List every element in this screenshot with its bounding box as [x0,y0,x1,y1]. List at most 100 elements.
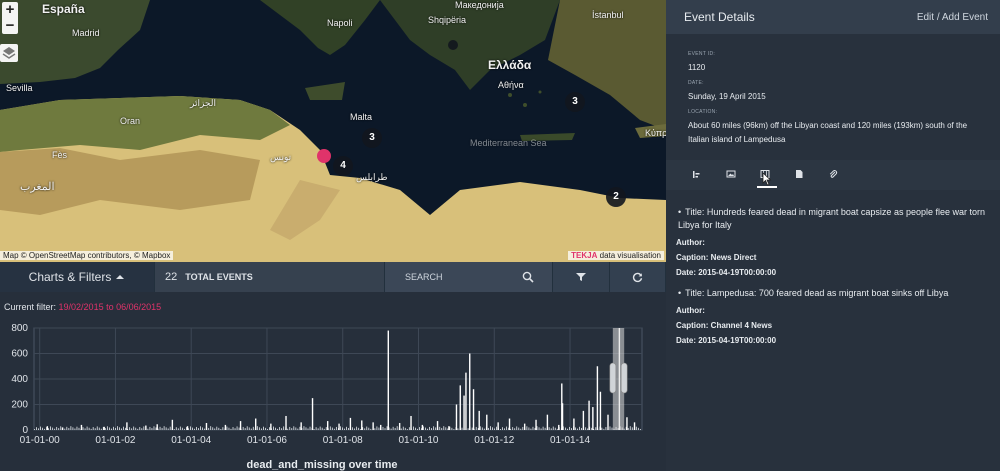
charts-filters-toggle[interactable]: Charts & Filters [0,262,155,292]
chart-bar [315,427,317,430]
time-brush[interactable] [609,328,628,430]
chart-bar [147,428,149,430]
event-cluster[interactable]: 3 [362,128,382,148]
event-cluster[interactable]: 3 [565,92,585,112]
chart-bar [396,426,398,430]
media-caption: Caption: Channel 4 News [676,321,773,330]
filter-button[interactable] [553,262,610,292]
chart-bar [392,426,394,430]
layers-icon[interactable] [0,44,18,62]
brand-credit[interactable]: TEKJA data visualisation [568,251,664,260]
zoom-out-button[interactable]: − [2,18,18,34]
chart-bar [258,427,260,430]
chart-bar [84,428,86,430]
refresh-button[interactable] [610,262,666,292]
label-malta: Malta [350,112,373,122]
label-shqiperia: Shqipëria [428,15,467,25]
label-tunis: تونس [270,152,292,162]
zoom-in-button[interactable]: + [2,2,18,18]
dead-missing-chart[interactable]: 0200400600800 01-01-00 01-01-02 01-01-04 01… [0,318,666,471]
chart-bar [151,428,153,430]
label-athina: Αθήνα [498,80,524,90]
chart-bar [250,428,252,430]
search-input[interactable]: SEARCH [385,262,553,292]
chart-bar [394,427,396,430]
chart-bar [171,419,174,430]
media-item[interactable]: Title: Hundreds feared dead in migrant b… [676,206,994,277]
chart-bar [629,426,631,430]
chart-bar [90,428,92,430]
current-filter-label: Current filter: [4,302,57,312]
tab-image[interactable] [716,160,750,190]
chevron-up-icon [116,275,125,279]
chart-bar [194,428,195,430]
chart-bar [181,427,183,430]
chart-bar [167,428,169,430]
chart-bar [319,426,321,430]
y-tick-label: 400 [11,374,28,385]
media-list: Title: Hundreds feared dead in migrant b… [676,206,994,355]
chart-bar [115,427,116,430]
tab-document[interactable] [784,160,818,190]
chart-bar [212,427,214,430]
chart-bar [218,427,220,430]
chart-bar [415,427,416,430]
event-cluster[interactable]: 4 [333,156,353,176]
chart-bar [119,427,120,430]
x-tick-label: 01-01-12 [474,435,514,446]
chart-bar [36,427,37,430]
chart-bar [627,427,629,430]
chart-bar [526,426,528,430]
chart-bar [149,426,151,430]
chart-bar [607,414,609,430]
chart-bar [161,427,163,430]
chart-bar [82,427,84,430]
chart-bar [295,427,297,430]
chart-bar [639,428,641,430]
event-map[interactable]: + − España Madrid Sevilla Napoli Shqipër… [0,0,666,262]
chart-bar [360,428,362,430]
chart-bar [497,422,499,430]
chart-bar [587,428,589,430]
chart-bar [465,372,467,430]
chart-bar [291,428,293,430]
chart-bar [106,426,108,430]
chart-bar [567,428,568,430]
chart-bar [601,427,603,430]
media-author: Author: [676,306,705,315]
media-item[interactable]: Title: Lampedusa: 700 feared dead as mig… [676,287,994,345]
chart-bar [222,427,224,430]
x-tick-label: 01-01-14 [550,435,590,446]
chart-bar [321,427,323,430]
chart-bar [173,428,175,430]
tab-link[interactable] [818,160,852,190]
chart-bar [165,427,167,430]
selected-event-marker[interactable] [317,149,331,163]
tab-chart[interactable] [682,160,716,190]
image-icon [726,170,736,178]
label-napoli: Napoli [327,18,353,28]
chart-bar [599,391,602,430]
x-axis-label: dead_and_missing over time [247,459,398,471]
chart-bar [635,426,637,430]
chart-bar [137,428,139,430]
chart-bar [139,427,141,430]
media-title: Title: Lampedusa: 700 feared dead as mig… [676,287,994,300]
event-marker[interactable] [448,40,458,50]
search-icon[interactable] [522,271,534,283]
edit-add-event-link[interactable]: Edit / Add Event [917,12,988,23]
chart-bar [544,427,546,430]
chart-bar [372,422,374,430]
chart-bar [141,428,143,430]
charts-toolbar: Charts & Filters 22 TOTAL EVENTS SEARCH [0,262,666,292]
filter-icon [576,273,586,281]
map-attribution[interactable]: Map © OpenStreetMap contributors, © Mapb… [0,251,174,260]
chart-bar [512,427,514,430]
chart-bar [190,426,191,430]
label-istanbul: İstanbul [592,10,624,20]
event-cluster[interactable]: 2 [606,187,626,207]
chart-bar [431,428,433,430]
chart-bar [163,426,165,430]
chart-bar [117,426,118,430]
chart-bar [530,428,532,430]
